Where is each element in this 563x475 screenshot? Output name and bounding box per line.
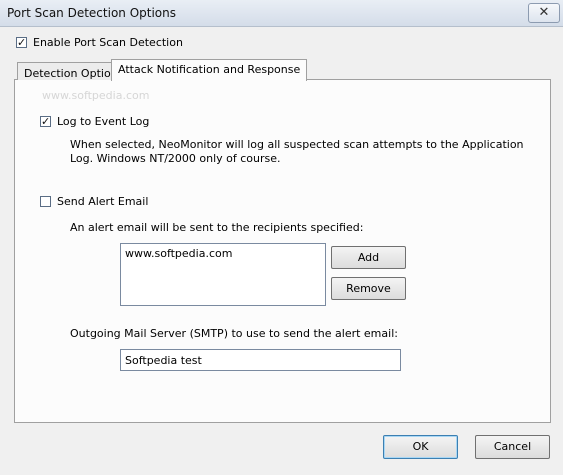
add-button[interactable]: Add — [331, 246, 406, 269]
event-log-description-line1: When selected, NeoMonitor will log all s… — [70, 138, 524, 151]
enable-detection-label: Enable Port Scan Detection — [33, 36, 183, 49]
remove-button-label: Remove — [346, 282, 391, 295]
recipients-label: An alert email will be sent to the recip… — [70, 221, 364, 234]
checkmark-icon: ✓ — [17, 36, 27, 49]
checkmark-icon: ✓ — [41, 115, 51, 128]
window-title: Port Scan Detection Options — [7, 6, 177, 20]
event-log-description-line2: Log. Windows NT/2000 only of course. — [70, 152, 281, 165]
cancel-button-label: Cancel — [493, 440, 532, 453]
add-button-label: Add — [357, 251, 380, 264]
event-log-label: Log to Event Log — [57, 115, 150, 128]
alert-email-checkbox[interactable] — [40, 196, 51, 207]
tab-label: Attack Notification and Response — [118, 63, 301, 76]
ok-button-label: OK — [412, 440, 429, 453]
ok-button[interactable]: OK — [383, 435, 458, 459]
smtp-server-input[interactable] — [120, 349, 401, 371]
remove-button[interactable]: Remove — [331, 277, 406, 300]
recipients-list[interactable]: www.softpedia.com — [120, 243, 326, 306]
tab-attack-notification[interactable]: Attack Notification and Response — [111, 59, 308, 81]
event-log-checkbox[interactable]: ✓ — [40, 116, 51, 127]
title-bar: Port Scan Detection Options ✕ — [0, 0, 563, 27]
close-icon: ✕ — [538, 5, 550, 20]
watermark-text: www.softpedia.com — [42, 89, 150, 102]
cancel-button[interactable]: Cancel — [475, 435, 550, 459]
enable-detection-checkbox[interactable]: ✓ — [16, 37, 27, 48]
tab-label: Detection Options — [24, 67, 124, 80]
close-button[interactable]: ✕ — [528, 3, 560, 23]
smtp-label: Outgoing Mail Server (SMTP) to use to se… — [70, 327, 398, 340]
alert-email-label: Send Alert Email — [57, 195, 149, 208]
list-item[interactable]: www.softpedia.com — [125, 247, 321, 260]
